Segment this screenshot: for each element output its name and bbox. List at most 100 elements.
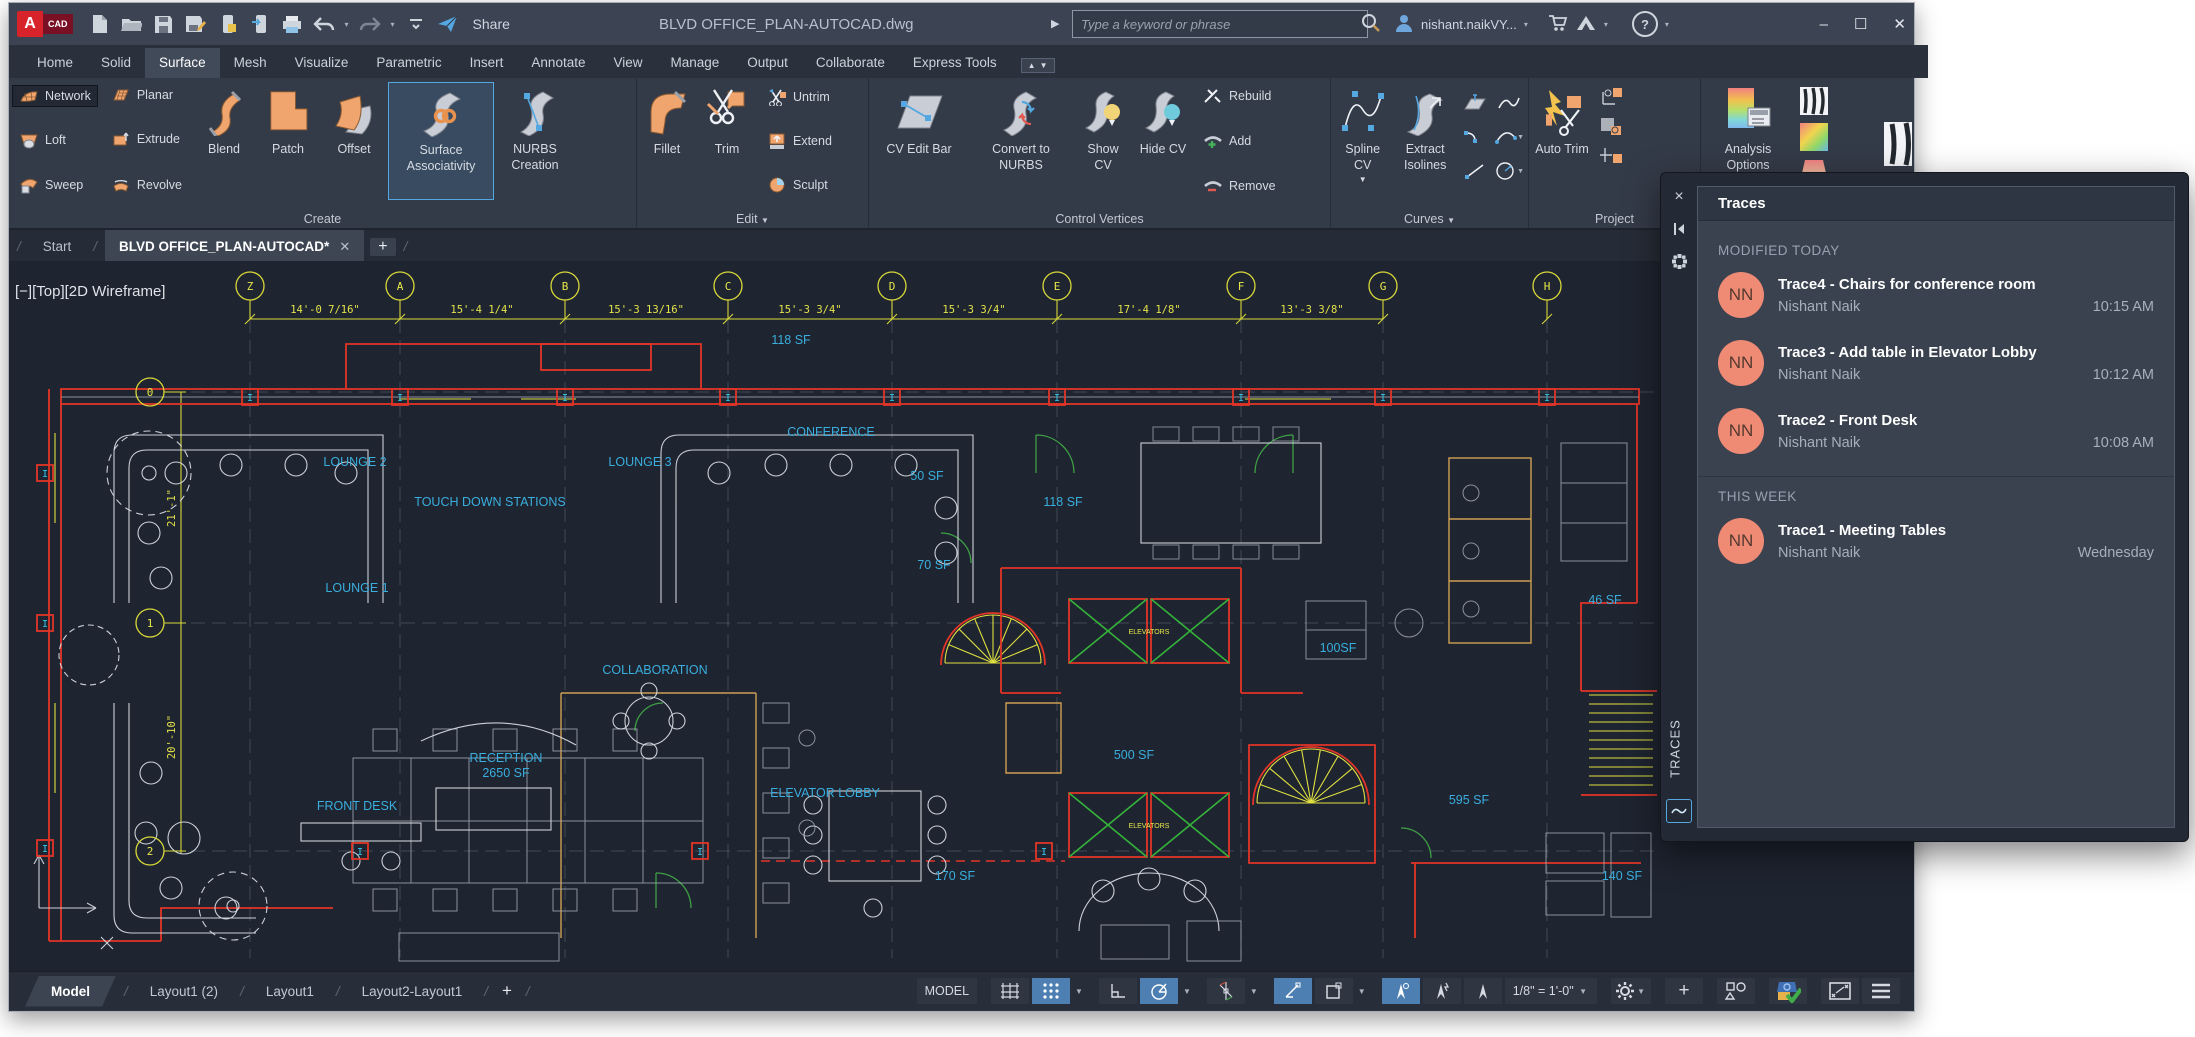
file-tab-close-icon[interactable]: ✕ [339, 239, 350, 255]
layout-tab-layout1[interactable]: Layout1 [252, 978, 328, 1005]
store-cart-icon[interactable] [1548, 14, 1568, 35]
annotation-scale-icon[interactable] [1464, 978, 1502, 1004]
new-drawing-tab-button[interactable]: + [370, 238, 395, 256]
arc-icon[interactable]: ▼ [1494, 122, 1524, 152]
annotation-visibility-toggle[interactable] [1382, 978, 1420, 1004]
new-layout-button[interactable]: + [496, 981, 518, 1001]
traces-panel-title[interactable]: Traces [1698, 187, 2174, 221]
ortho-mode-toggle[interactable] [1099, 978, 1137, 1004]
close-button[interactable]: ✕ [1893, 15, 1906, 33]
palette-properties-icon[interactable] [1669, 251, 1689, 271]
layout-tab-layout1-2-[interactable]: Layout1 (2) [136, 978, 232, 1005]
tab-home[interactable]: Home [23, 48, 87, 78]
file-tab-start[interactable]: Start [29, 230, 86, 263]
ribbon-collapse-button[interactable]: ▲▼ [1021, 58, 1055, 73]
object-snap-dropdown[interactable]: ▼ [1356, 987, 1368, 996]
undo-dropdown[interactable]: ▾ [345, 20, 349, 29]
palette-autohide-icon[interactable] [1669, 219, 1689, 239]
network-button[interactable]: Network [13, 86, 97, 106]
trace-list-item[interactable]: NNTrace1 - Meeting TablesNishant NaikWed… [1718, 518, 2154, 564]
isometric-drafting-toggle[interactable] [1207, 978, 1245, 1004]
planar-button[interactable]: Planar [105, 86, 188, 104]
viewport-controls[interactable]: [−][Top][2D Wireframe] [15, 283, 165, 300]
trace-tool-icon[interactable] [1666, 799, 1692, 823]
patch-button[interactable]: Patch [256, 82, 320, 200]
layout-tab-layout2-layout1[interactable]: Layout2-Layout1 [348, 978, 477, 1005]
convert-to-nurbs-button[interactable]: Convert to NURBS [969, 82, 1073, 200]
user-avatar-icon[interactable] [1394, 13, 1414, 36]
blend-button[interactable]: Blend [192, 82, 256, 200]
project-to-ucs-icon[interactable] [1599, 86, 1625, 108]
cv-plane-icon[interactable] [1460, 88, 1490, 118]
graphics-performance-button[interactable] [1769, 978, 1807, 1004]
line-icon[interactable] [1460, 156, 1490, 186]
palette-close-icon[interactable]: × [1669, 187, 1689, 207]
snap-dropdown[interactable]: ▼ [1073, 987, 1085, 996]
project-to-2-points-icon[interactable] [1599, 146, 1625, 166]
help-icon[interactable]: ? [1632, 11, 1658, 37]
untrim-button[interactable]: Untrim [761, 86, 838, 108]
polar-dropdown[interactable]: ▼ [1181, 987, 1193, 996]
undo-icon[interactable] [313, 13, 335, 35]
qat-customize-icon[interactable] [405, 13, 427, 35]
autodesk-logo-icon[interactable] [1575, 14, 1597, 35]
curvature-analysis-icon[interactable] [1799, 122, 1829, 152]
object-snap-tracking-toggle[interactable] [1274, 978, 1312, 1004]
panel-create-label[interactable]: Create [9, 212, 636, 226]
open-folder-icon[interactable] [121, 13, 143, 35]
zebra-analysis-icon[interactable] [1799, 86, 1829, 116]
file-tab-document[interactable]: BLVD OFFICE_PLAN-AUTOCAD* ✕ [105, 230, 364, 263]
user-dropdown[interactable]: ▾ [1524, 20, 1528, 29]
save-icon[interactable] [153, 13, 175, 35]
isolate-objects-button[interactable] [1717, 978, 1755, 1004]
maximize-button[interactable]: ☐ [1854, 15, 1867, 33]
revolve-button[interactable]: Revolve [105, 174, 188, 196]
trace-list-item[interactable]: NNTrace3 - Add table in Elevator LobbyNi… [1718, 340, 2154, 386]
trim-button[interactable]: Trim [697, 82, 757, 200]
loft-button[interactable]: Loft [13, 129, 97, 151]
tab-view[interactable]: View [599, 48, 656, 78]
tab-collaborate[interactable]: Collaborate [802, 48, 899, 78]
open-from-mobile-icon[interactable] [217, 13, 239, 35]
nurbs-creation-button[interactable]: NURBS Creation [494, 82, 576, 200]
show-cv-button[interactable]: Show CV [1073, 82, 1133, 200]
snap-mode-toggle[interactable] [1032, 978, 1070, 1004]
trace-list-item[interactable]: NNTrace2 - Front DeskNishant Naik10:08 A… [1718, 408, 2154, 454]
search-icon[interactable] [1361, 13, 1381, 38]
blend-curve-icon[interactable] [1460, 122, 1490, 152]
rebuild-button[interactable]: Rebuild [1197, 86, 1282, 106]
minimize-button[interactable]: – [1820, 16, 1828, 33]
customization-menu-button[interactable] [1862, 978, 1900, 1004]
new-file-icon[interactable] [89, 13, 111, 35]
polar-tracking-toggle[interactable] [1140, 978, 1178, 1004]
tab-surface[interactable]: Surface [145, 48, 220, 78]
panel-curves-label[interactable]: Curves ▼ [1331, 212, 1528, 226]
workspace-switching-button[interactable]: ▼ [1611, 978, 1651, 1004]
auto-trim-button[interactable]: Auto Trim [1529, 82, 1595, 200]
save-as-icon[interactable] [185, 13, 207, 35]
offset-button[interactable]: Offset [320, 82, 388, 200]
tab-mesh[interactable]: Mesh [220, 48, 281, 78]
model-space-toggle[interactable]: MODEL [917, 978, 977, 1004]
remove-cv-button[interactable]: Remove [1197, 176, 1282, 196]
tab-solid[interactable]: Solid [87, 48, 145, 78]
redo-dropdown[interactable]: ▾ [391, 20, 395, 29]
crosshair-plus-button[interactable]: + [1665, 978, 1703, 1004]
user-name[interactable]: nishant.naikVY... [1421, 17, 1517, 32]
grid-display-toggle[interactable] [991, 978, 1029, 1004]
extrude-button[interactable]: Extrude [105, 128, 188, 150]
help-dropdown[interactable]: ▾ [1665, 20, 1669, 29]
share-icon[interactable] [437, 13, 459, 35]
spline-cv-button[interactable]: Spline CV ▼ [1331, 82, 1394, 200]
print-icon[interactable] [281, 13, 303, 35]
hide-cv-button[interactable]: Hide CV [1133, 82, 1193, 200]
tab-visualize[interactable]: Visualize [281, 48, 363, 78]
layout-tab-model[interactable]: Model [25, 976, 116, 1007]
add-cv-button[interactable]: Add [1197, 131, 1282, 151]
annotation-scale-value[interactable]: 1/8" = 1'-0" ▼ [1505, 978, 1597, 1004]
panel-edit-label[interactable]: Edit ▼ [637, 212, 868, 226]
surface-associativity-button[interactable]: Surface Associativity [388, 82, 494, 200]
tab-manage[interactable]: Manage [657, 48, 734, 78]
autodesk-dropdown[interactable]: ▾ [1604, 20, 1608, 29]
redo-icon[interactable] [359, 13, 381, 35]
